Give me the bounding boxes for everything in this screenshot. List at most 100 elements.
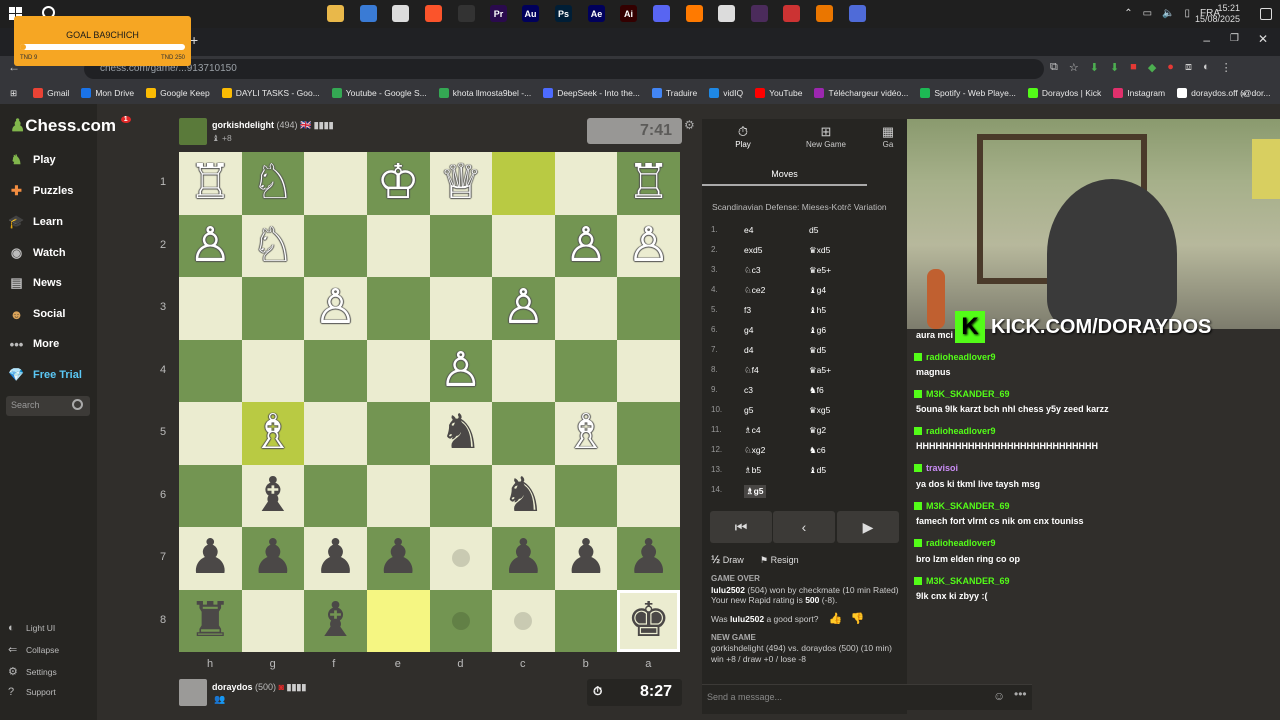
- url-field[interactable]: chess.com/game/...913710150: [84, 59, 1044, 79]
- white-move[interactable]: g5: [744, 405, 753, 415]
- sidebar-item-play[interactable]: ♞ Play: [8, 152, 56, 168]
- chess-piece[interactable]: ♝: [314, 596, 357, 645]
- sidebar-light-ui[interactable]: ◐ Light UI: [8, 622, 55, 634]
- square-a6[interactable]: [617, 464, 680, 527]
- square-d7[interactable]: [429, 527, 493, 590]
- app-2-icon[interactable]: [751, 5, 768, 22]
- chess-piece[interactable]: ♚: [627, 596, 670, 645]
- sidebar-item-social[interactable]: ☻ Social: [8, 306, 66, 322]
- square-h3[interactable]: [179, 277, 242, 340]
- after-effects-icon[interactable]: Ae: [588, 5, 605, 22]
- square-e1[interactable]: ♔: [366, 152, 430, 215]
- black-move[interactable]: ♞c6: [809, 445, 826, 456]
- square-a1[interactable]: ♖: [617, 152, 680, 215]
- sidebar-item-puzzles[interactable]: ✚ Puzzles: [8, 183, 73, 199]
- bookmark-3[interactable]: DAYLI TASKS - Goo...: [221, 88, 320, 98]
- square-g8[interactable]: [241, 589, 305, 652]
- player-name[interactable]: doraydos (500) ◙ ▮▮▮▮: [212, 682, 306, 693]
- square-d6[interactable]: [429, 464, 493, 527]
- chess-piece[interactable]: ♙: [439, 346, 482, 395]
- square-a5[interactable]: [617, 402, 680, 465]
- square-f6[interactable]: [304, 464, 367, 527]
- white-move[interactable]: c3: [744, 385, 753, 395]
- tab-moves[interactable]: Moves: [702, 164, 867, 186]
- white-move[interactable]: exd5: [744, 245, 762, 255]
- square-d3[interactable]: [429, 277, 493, 340]
- chess-piece[interactable]: ♟: [251, 534, 294, 582]
- chess-piece[interactable]: ♘: [251, 159, 294, 207]
- square-c8[interactable]: [492, 589, 555, 652]
- minimize-button[interactable]: –: [1203, 33, 1210, 47]
- sidebar-settings[interactable]: ⚙ Settings: [8, 665, 57, 678]
- square-a8[interactable]: ♚: [617, 589, 680, 652]
- black-move[interactable]: ♛xd5: [809, 245, 830, 256]
- chess-piece[interactable]: ♙: [565, 221, 608, 270]
- chess-piece[interactable]: ♜: [189, 596, 232, 645]
- profile-icon[interactable]: ◐: [1203, 61, 1210, 74]
- square-b1[interactable]: [554, 152, 618, 215]
- opponent-name[interactable]: gorkishdelight (494) 🇬🇧 ▮▮▮▮: [212, 120, 334, 131]
- obs-icon[interactable]: [458, 5, 475, 22]
- audition-icon[interactable]: Au: [522, 5, 539, 22]
- square-e3[interactable]: [366, 277, 430, 340]
- square-h5[interactable]: [179, 402, 242, 465]
- system-clock[interactable]: 15:21 15/08/2025: [1195, 3, 1240, 25]
- square-c3[interactable]: ♙: [492, 277, 555, 340]
- brave-icon[interactable]: [425, 5, 442, 22]
- chess-piece[interactable]: ♟: [377, 534, 420, 582]
- square-c6[interactable]: ♞: [492, 464, 555, 527]
- chevron-up-icon[interactable]: ⌃: [1124, 8, 1132, 19]
- tab-games[interactable]: ▦ Ga: [870, 124, 906, 149]
- white-move[interactable]: d4: [744, 345, 753, 355]
- bookmark-9[interactable]: YouTube: [755, 88, 802, 98]
- chess-piece[interactable]: ♟: [189, 534, 232, 582]
- square-a2[interactable]: ♙: [617, 214, 680, 277]
- black-move[interactable]: ♛xg5: [809, 405, 830, 416]
- square-f3[interactable]: ♙: [304, 277, 367, 340]
- chrome-2-icon[interactable]: [718, 5, 735, 22]
- square-b6[interactable]: [554, 464, 618, 527]
- chess-piece[interactable]: ♖: [627, 159, 670, 207]
- app-3-icon[interactable]: [783, 5, 800, 22]
- square-e8[interactable]: [366, 589, 430, 652]
- square-h6[interactable]: [179, 464, 242, 527]
- star-icon[interactable]: ☆: [1069, 61, 1079, 74]
- more-bookmarks-icon[interactable]: »: [1241, 88, 1246, 98]
- extension-icon-3[interactable]: ■: [1130, 61, 1137, 74]
- resign-button[interactable]: ⚑ Resign: [760, 555, 799, 566]
- premiere-icon[interactable]: Pr: [490, 5, 507, 22]
- blender-icon[interactable]: [816, 5, 833, 22]
- chess-piece[interactable]: ♟: [314, 534, 357, 582]
- square-c5[interactable]: [492, 402, 555, 465]
- bookmark-7[interactable]: Traduire: [651, 88, 697, 98]
- new-tab-button[interactable]: +: [190, 32, 198, 48]
- square-f4[interactable]: [304, 339, 367, 402]
- search-icon[interactable]: [72, 399, 83, 410]
- white-move[interactable]: f3: [744, 305, 751, 315]
- tab-new-game[interactable]: ⊞ New Game: [786, 124, 866, 149]
- square-h7[interactable]: ♟: [179, 527, 242, 590]
- extensions-area[interactable]: ⧉ ☆ ⬇ ⬇ ■ ◆ ● ⧈ ◐ ⋮: [1050, 61, 1232, 74]
- square-a7[interactable]: ♟: [617, 527, 680, 590]
- square-h8[interactable]: ♜: [179, 589, 242, 652]
- square-d2[interactable]: [429, 214, 493, 277]
- bookmark-11[interactable]: Spotify - Web Playe...: [920, 88, 1016, 98]
- chess-piece[interactable]: ♙: [189, 221, 232, 270]
- bookmark-12[interactable]: Doraydos | Kick: [1027, 88, 1101, 98]
- sidebar-item-news[interactable]: ▤ News: [8, 275, 61, 291]
- chess-piece[interactable]: ♝: [251, 471, 294, 520]
- white-move[interactable]: ♘f4: [744, 365, 759, 376]
- white-move[interactable]: g4: [744, 325, 753, 335]
- square-e2[interactable]: [366, 214, 430, 277]
- chess-piece[interactable]: ♘: [251, 221, 294, 270]
- square-e6[interactable]: [366, 464, 430, 527]
- square-h4[interactable]: [179, 339, 242, 402]
- puzzle-extension-icon[interactable]: ⧈: [1185, 61, 1192, 74]
- white-move[interactable]: ♗b5: [744, 465, 761, 476]
- square-d4[interactable]: ♙: [429, 339, 493, 402]
- white-move[interactable]: ♘c3: [744, 265, 761, 276]
- chess-piece[interactable]: ♖: [189, 159, 232, 207]
- white-move[interactable]: ♘ce2: [744, 285, 765, 296]
- chess-com-logo[interactable]: ♟Chess.com 1: [10, 116, 131, 136]
- white-move[interactable]: ♗c4: [744, 425, 761, 436]
